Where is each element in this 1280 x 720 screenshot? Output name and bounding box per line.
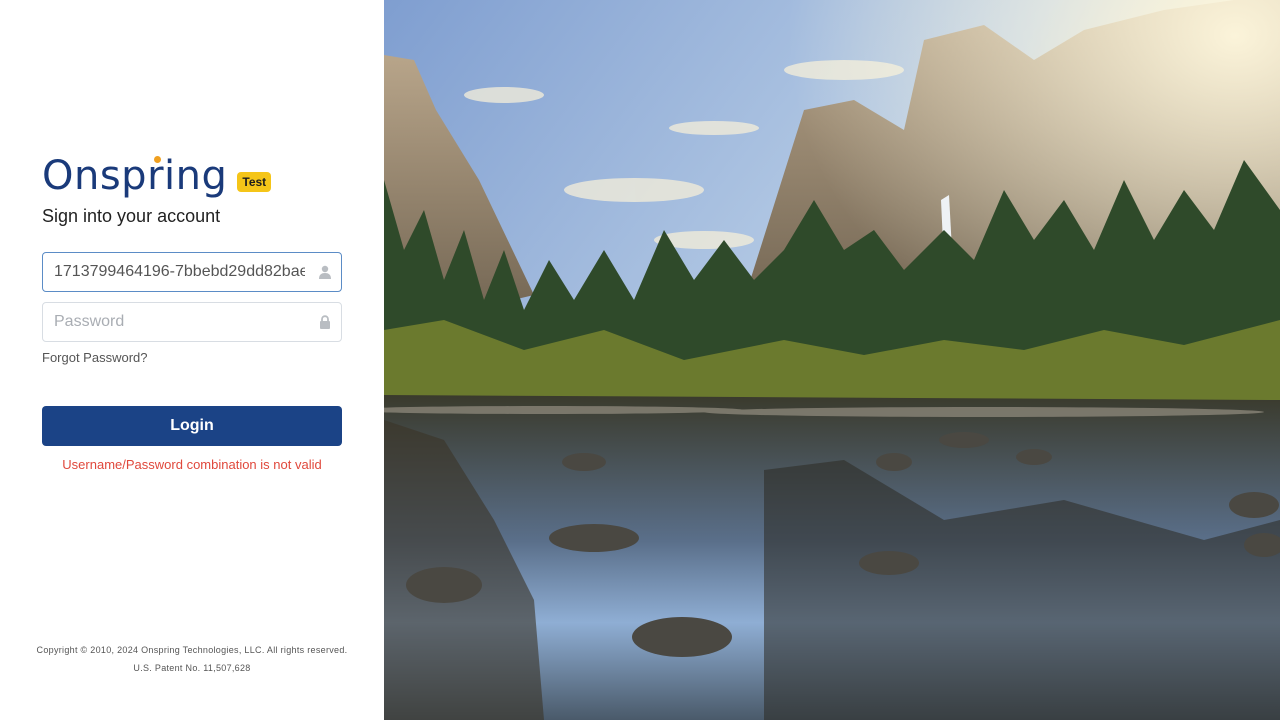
logo-accent-dot <box>154 156 161 163</box>
landscape-illustration <box>384 0 1280 720</box>
user-icon <box>319 265 331 279</box>
username-input[interactable] <box>43 253 341 291</box>
login-panel: Onspring Test Sign into your account For… <box>0 0 384 720</box>
onspring-logo: Onspring <box>42 154 227 198</box>
forgot-password-link[interactable]: Forgot Password? <box>42 350 148 365</box>
login-error-message: Username/Password combination is not val… <box>62 457 322 472</box>
page-title: Sign into your account <box>42 206 221 226</box>
password-field <box>42 302 342 342</box>
username-field <box>42 252 342 292</box>
environment-badge: Test <box>237 172 272 192</box>
background-landscape-image <box>384 0 1280 720</box>
copyright-text: Copyright © 2010, 2024 Onspring Technolo… <box>36 645 348 655</box>
logo-text: Onspring <box>42 153 228 199</box>
brand-header: Onspring Test <box>42 152 272 198</box>
footer: Copyright © 2010, 2024 Onspring Technolo… <box>0 641 384 677</box>
password-input[interactable] <box>43 303 341 341</box>
lock-icon <box>320 315 330 329</box>
patent-text: U.S. Patent No. 11,507,628 <box>133 663 251 673</box>
login-button[interactable]: Login <box>42 406 342 446</box>
